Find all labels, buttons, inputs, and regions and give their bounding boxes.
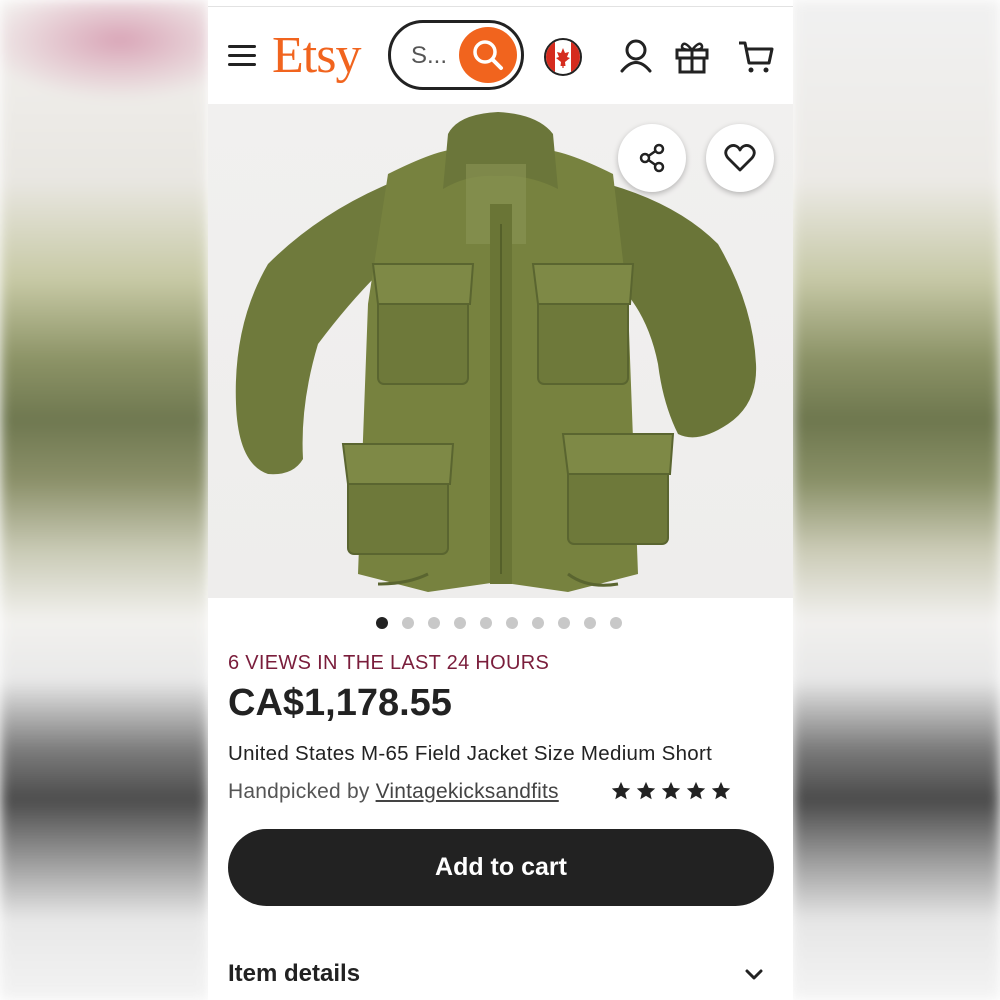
product-image[interactable] [208,104,793,598]
carousel-dot[interactable] [532,617,544,629]
carousel-dot[interactable] [402,617,414,629]
menu-icon[interactable] [226,43,258,67]
share-icon [639,143,665,173]
seller-rating[interactable] [610,780,732,802]
cart-icon[interactable] [736,36,776,76]
handpicked-label: Handpicked by [228,780,370,803]
star-icon [636,781,656,800]
star-icon [711,781,731,800]
add-to-cart-button[interactable]: Add to cart [228,829,774,906]
seller-line: Handpicked by Vintagekicksandfits [228,780,559,804]
search-input[interactable]: S... [411,42,447,70]
star-icon [686,781,706,800]
search-icon [473,40,503,70]
jacket-photo [235,112,757,592]
carousel-dot[interactable] [506,617,518,629]
top-divider [208,6,793,7]
item-details-heading[interactable]: Item details [228,960,360,988]
favorite-button[interactable] [706,124,774,192]
gift-icon[interactable] [672,36,712,76]
carousel-dot[interactable] [428,617,440,629]
share-button[interactable] [618,124,686,192]
star-icon [611,781,631,800]
canada-flag-icon[interactable] [544,38,582,76]
views-count: 6 VIEWS IN THE LAST 24 HOURS [228,652,550,674]
search-button[interactable] [459,27,517,83]
carousel-dot[interactable] [584,617,596,629]
carousel-dot[interactable] [376,617,388,629]
image-carousel-dots[interactable] [376,617,622,629]
heart-icon [724,144,756,172]
blurred-background-left [0,0,208,1000]
site-header: Etsy S... [208,8,793,104]
seller-link[interactable]: Vintagekicksandfits [376,780,559,803]
account-icon[interactable] [616,36,656,76]
star-icon [661,781,681,800]
chevron-down-icon[interactable] [744,965,764,985]
carousel-dot[interactable] [454,617,466,629]
search-bar[interactable]: S... [388,20,524,90]
etsy-listing-page: Etsy S... 6 VIEWS IN THE LAST 24 HOURS C… [208,0,793,1000]
product-title: United States M-65 Field Jacket Size Med… [228,742,713,765]
product-price: CA$1,178.55 [228,682,452,724]
etsy-logo[interactable]: Etsy [272,26,361,85]
carousel-dot[interactable] [480,617,492,629]
blurred-background-right [792,0,1000,1000]
carousel-dot[interactable] [558,617,570,629]
carousel-dot[interactable] [610,617,622,629]
